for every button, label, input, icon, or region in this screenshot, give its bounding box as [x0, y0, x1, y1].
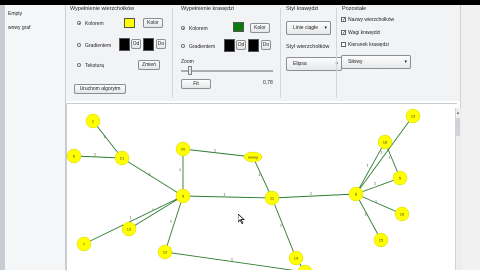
vertex-label: wowy: [248, 155, 258, 160]
graph-edge[interactable]: [83, 195, 184, 245]
graph-edge[interactable]: [182, 148, 254, 158]
vertex-label: 20: [181, 147, 186, 152]
graph-edge[interactable]: [128, 195, 184, 230]
vertex-label: 12: [163, 250, 168, 255]
edge-weight-label: 1: [366, 163, 369, 168]
scrollbar-thumb[interactable]: [456, 118, 460, 136]
vertex-label: 15: [379, 238, 384, 243]
scroll-up-arrow-icon[interactable]: ▲: [456, 110, 460, 115]
edge-weight-label: 1: [214, 148, 217, 153]
edge-weight-label: 1: [129, 215, 132, 220]
edge-weight-label: 1: [374, 181, 377, 186]
graph-edge[interactable]: [121, 157, 184, 197]
vertex-label: 18: [383, 140, 388, 145]
edge-weight-label: 1: [170, 219, 173, 224]
edge-weight-label: 1: [223, 192, 226, 197]
edge-weight-label: 1: [179, 167, 182, 172]
graph-edge[interactable]: [164, 251, 305, 270]
vertex-label: 13: [127, 227, 132, 232]
mouse-cursor-icon: [238, 214, 245, 224]
graph-edge[interactable]: [182, 195, 273, 199]
graph-vertex[interactable]: [298, 264, 312, 270]
graph-edge[interactable]: [355, 193, 382, 241]
vertex-label: 14: [294, 256, 299, 261]
graph-edge[interactable]: [271, 193, 357, 199]
graph-edge[interactable]: [355, 141, 386, 195]
edge-weight-label: 1: [375, 199, 378, 204]
graph-drawing[interactable]: 11111111111111111111162120913712wowy1119…: [0, 0, 480, 270]
edge-weight-label: 1: [103, 134, 106, 139]
graph-edge[interactable]: [164, 195, 184, 253]
vertex-label: 16: [400, 212, 405, 217]
edge-weight-label: 1: [94, 152, 97, 157]
graph-edge[interactable]: [271, 197, 297, 259]
edge-weight-label: 1: [231, 257, 234, 262]
graph-edge[interactable]: [355, 193, 403, 215]
vertex-label: 21: [120, 156, 125, 161]
edge-weight-label: 1: [310, 191, 313, 196]
vertex-label: 19: [411, 114, 416, 119]
graph-edge[interactable]: [73, 155, 123, 159]
